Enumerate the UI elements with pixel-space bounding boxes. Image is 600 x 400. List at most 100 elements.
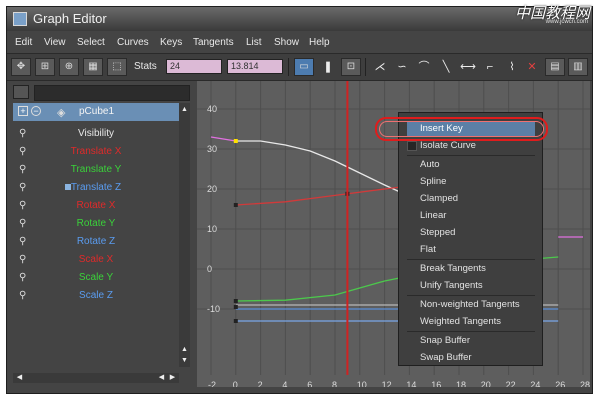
x-tick-label: 2 [258, 380, 263, 387]
step-tangent-icon[interactable]: ⌐ [481, 59, 499, 75]
x-tick-label: 4 [282, 380, 287, 387]
x-tick-label: 14 [406, 380, 416, 387]
channel-row[interactable]: ⚲ Rotate Z [13, 233, 179, 251]
unify-tangent-icon[interactable]: ✕ [523, 59, 541, 75]
linear-tangent-icon[interactable]: ╲ [437, 59, 455, 75]
stats-value-field[interactable]: 13.814 [227, 59, 283, 74]
x-tick-label: 12 [382, 380, 392, 387]
channel-label: Visibility [78, 128, 114, 139]
collapse-icon[interactable]: − [31, 106, 41, 116]
x-tick-label: 6 [307, 380, 312, 387]
y-tick-label: 40 [207, 104, 217, 114]
scroll-up-icon[interactable]: ▲ [180, 105, 189, 114]
flat-tangent-icon[interactable]: ⟷ [459, 59, 477, 75]
menu-item-label: Non-weighted Tangents [420, 299, 520, 310]
channel-label: Scale Z [79, 290, 113, 301]
menu-item-break-tangents[interactable]: Break Tangents [407, 262, 535, 277]
buffer-curve-icon[interactable]: ▤ [545, 58, 565, 76]
menu-item-spline[interactable]: Spline [407, 175, 535, 190]
channel-row[interactable]: ⚲ Scale Z [13, 287, 179, 305]
menu-item-swap-buffer[interactable]: Swap Buffer [407, 351, 535, 366]
menu-separator [407, 259, 535, 260]
channel-label: Rotate X [76, 200, 116, 211]
spline-tangent-icon[interactable]: ∽ [393, 59, 411, 75]
window-icon [13, 12, 27, 26]
channel-row[interactable]: ⚲ Translate X [13, 143, 179, 161]
menu-item-linear[interactable]: Linear [407, 209, 535, 224]
outliner-object-row[interactable]: + − ◈ pCube1 [13, 103, 179, 121]
channel-row[interactable]: ⚲ Scale X [13, 251, 179, 269]
x-tick-label: 0 [233, 380, 238, 387]
menu-view[interactable]: View [44, 37, 66, 48]
menu-separator [407, 331, 535, 332]
y-tick-label: 10 [207, 224, 217, 234]
menu-item-auto[interactable]: Auto [407, 158, 535, 173]
menu-item-weighted-tangents[interactable]: Weighted Tangents [407, 315, 535, 330]
outliner-horizontal-scrollbar[interactable]: ◀ ◀ ▶ [13, 373, 179, 383]
channel-row[interactable]: ⚲ Scale Y [13, 269, 179, 287]
scroll-down-icon[interactable]: ▼ [180, 356, 189, 365]
menu-item-label: Snap Buffer [420, 335, 471, 346]
x-tick-label: 28 [580, 380, 590, 387]
menu-item-stepped[interactable]: Stepped [407, 226, 535, 241]
stats-label: Stats [134, 61, 157, 72]
keyframe [233, 203, 238, 207]
scroll-left-icon[interactable]: ◀ [15, 373, 24, 383]
menu-select[interactable]: Select [77, 37, 105, 48]
scroll-up-icon[interactable]: ▲ [180, 345, 189, 354]
swap-buffer-icon[interactable]: ▥ [568, 58, 588, 76]
stats-time-field[interactable]: 24 [166, 59, 222, 74]
watermark-url: www.jcwcn.com [545, 19, 588, 25]
break-tangent-icon[interactable]: ⌇ [503, 59, 521, 75]
insert-key-tool-icon[interactable]: ⊞ [35, 58, 55, 76]
clamped-tangent-icon[interactable]: ⌒ [415, 59, 433, 75]
menu-separator [407, 155, 535, 156]
menu-item-snap-buffer[interactable]: Snap Buffer [407, 334, 535, 349]
add-key-tool-icon[interactable]: ⊕ [59, 58, 79, 76]
menu-show[interactable]: Show [274, 37, 299, 48]
auto-tangent-icon[interactable]: ⋌ [371, 59, 389, 75]
menu-list[interactable]: List [246, 37, 262, 48]
x-tick-label: 24 [530, 380, 540, 387]
menu-edit[interactable]: Edit [15, 37, 32, 48]
menu-item-isolate-curve[interactable]: Isolate Curve [407, 139, 535, 154]
move-key-tool-icon[interactable]: ✥ [11, 58, 31, 76]
menu-item-label: Break Tangents [420, 263, 486, 274]
menu-keys[interactable]: Keys [160, 37, 182, 48]
channel-row[interactable]: ⚲ Visibility [13, 125, 179, 143]
channel-row[interactable]: ⚲ Rotate X [13, 197, 179, 215]
expand-icon[interactable]: + [18, 106, 28, 116]
channel-row[interactable]: ⚲ Translate Z [13, 179, 179, 197]
menu-item-label: Flat [420, 244, 436, 255]
channel-row[interactable]: ⚲ Translate Y [13, 161, 179, 179]
y-tick-label: 30 [207, 144, 217, 154]
filter-toggle-icon[interactable] [13, 85, 29, 99]
frame-all-icon[interactable]: ▭ [294, 58, 314, 76]
checkbox-icon[interactable] [407, 141, 417, 151]
outliner-filter-field[interactable] [34, 85, 190, 101]
menu-help[interactable]: Help [309, 37, 330, 48]
curve-tangent [210, 136, 236, 142]
scroll-left-icon[interactable]: ◀ [157, 373, 166, 383]
channel-label: Scale Y [78, 272, 114, 283]
menu-item-flat[interactable]: Flat [407, 243, 535, 258]
channel-label: Translate Y [70, 164, 122, 175]
toolbar: ✥ ⊞ ⊕ ▦ ⬚ Stats 24 13.814 ▭ ❚ ⊡ ⋌ ∽ ⌒ ╲ … [7, 53, 592, 81]
x-tick-label: 10 [357, 380, 367, 387]
region-tool-icon[interactable]: ⬚ [107, 58, 127, 76]
channel-row[interactable]: ⚲ Rotate Y [13, 215, 179, 233]
menu-item-label: Isolate Curve [420, 140, 476, 151]
lattice-tool-icon[interactable]: ▦ [83, 58, 103, 76]
frame-playback-icon[interactable]: ❚ [319, 59, 337, 75]
outliner-vertical-scrollbar[interactable]: ▲ ▲ ▼ [179, 103, 190, 367]
menu-item-non-weighted-tangents[interactable]: Non-weighted Tangents [407, 298, 535, 313]
highlight-circle-inner [379, 121, 544, 137]
selected-marker-icon [65, 184, 71, 190]
menu-item-unify-tangents[interactable]: Unify Tangents [407, 279, 535, 294]
menu-curves[interactable]: Curves [117, 37, 149, 48]
menu-item-clamped[interactable]: Clamped [407, 192, 535, 207]
scroll-right-icon[interactable]: ▶ [168, 373, 177, 383]
menu-tangents[interactable]: Tangents [193, 37, 234, 48]
center-view-icon[interactable]: ⊡ [341, 58, 361, 76]
x-tick-label: 16 [431, 380, 441, 387]
